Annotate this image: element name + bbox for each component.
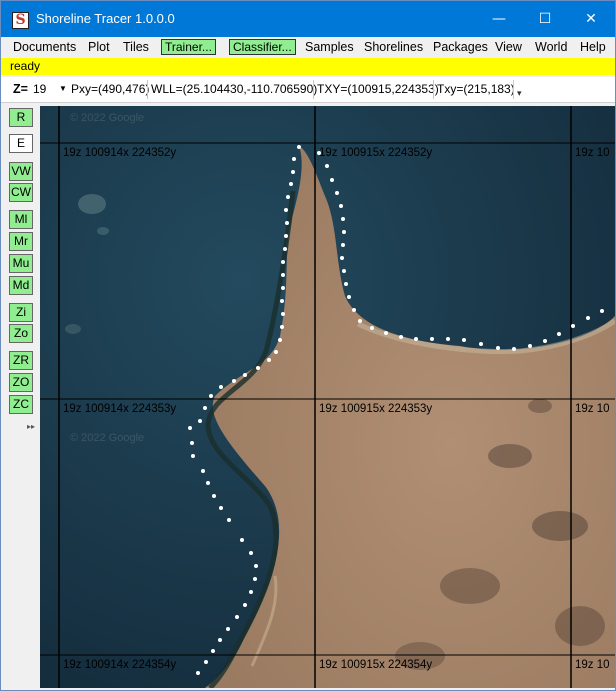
tool-zc-button[interactable]: ZC <box>9 395 33 414</box>
zoom-select[interactable]: 19 ▼ <box>31 81 67 98</box>
pixel-xy-readout: Pxy=(490,476) <box>71 82 150 96</box>
world-latlon-readout: WLL=(25.104430,-110.706590) <box>151 82 318 96</box>
menu-tiles[interactable]: Tiles <box>123 40 149 54</box>
menu-documents[interactable]: Documents <box>13 40 76 54</box>
menu-help[interactable]: Help <box>580 40 606 54</box>
menu-world[interactable]: World <box>535 40 567 54</box>
app-icon: S <box>12 12 29 29</box>
classifier-button[interactable]: Classifier... <box>229 39 296 55</box>
menu-shorelines[interactable]: Shorelines <box>364 40 423 54</box>
tool-zi-button[interactable]: Zi <box>9 303 33 322</box>
menu-view[interactable]: View <box>495 40 522 54</box>
app-window: S Shoreline Tracer 1.0.0.0 — ☐ ✕ Documen… <box>0 0 616 691</box>
zoom-label: Z= <box>13 82 28 96</box>
tool-vw-button[interactable]: VW <box>9 162 33 181</box>
tile-local-xy-readout: Txy=(215,183) <box>437 82 515 96</box>
vegetation-patch <box>532 511 588 541</box>
tile-label: 19z 100915x 224352y <box>319 147 433 159</box>
imagery-watermark: © 2022 Google <box>70 112 145 124</box>
maximize-button[interactable]: ☐ <box>522 1 568 37</box>
tool-cw-button[interactable]: CW <box>9 183 33 202</box>
separator <box>147 80 148 99</box>
window-title: Shoreline Tracer 1.0.0.0 <box>36 11 175 26</box>
minimize-button[interactable]: — <box>476 1 522 37</box>
tile-label: 19z 10 <box>575 147 610 159</box>
tile-label: 19z 100914x 224352y <box>63 147 177 159</box>
tool-zr-button[interactable]: ZR <box>9 351 33 370</box>
toolbar-overflow-icon[interactable]: ▾ <box>517 81 522 106</box>
tool-ml-button[interactable]: Ml <box>9 210 33 229</box>
tool-md-button[interactable]: Md <box>9 276 33 295</box>
separator <box>513 80 514 99</box>
vegetation-patch <box>528 399 552 413</box>
menu-bar: Documents Plot Tiles Trainer... Classifi… <box>1 37 615 58</box>
close-button[interactable]: ✕ <box>568 1 614 37</box>
trainer-button[interactable]: Trainer... <box>161 39 216 55</box>
tile-xy-readout: TXY=(100915,224353) <box>317 82 439 96</box>
tile-label: 19z 10 <box>575 659 610 671</box>
vegetation-patch <box>555 606 605 646</box>
imagery-watermark: © 2022 Google <box>70 432 145 444</box>
zoom-value: 19 <box>33 82 47 96</box>
tile-label: 19z 100915x 224353y <box>319 403 433 415</box>
menu-samples[interactable]: Samples <box>305 40 354 54</box>
tool-mr-button[interactable]: Mr <box>9 232 33 251</box>
info-toolbar: Z= 19 ▼ Pxy=(490,476) WLL=(25.104430,-11… <box>1 77 615 103</box>
chevron-down-icon: ▼ <box>59 84 67 93</box>
tile-label: 19z 100914x 224354y <box>63 659 177 671</box>
vegetation-patch <box>488 444 532 468</box>
vegetation-patch <box>440 568 500 604</box>
tile-label: 19z 100914x 224353y <box>63 403 177 415</box>
tool-mu-button[interactable]: Mu <box>9 254 33 273</box>
menu-packages[interactable]: Packages <box>433 40 488 54</box>
tool-zo-button[interactable]: Zo <box>9 324 33 343</box>
tile-label: 19z 100915x 224354y <box>319 659 433 671</box>
reef-patch <box>65 324 81 334</box>
separator <box>433 80 434 99</box>
separator <box>313 80 314 99</box>
title-bar[interactable]: S Shoreline Tracer 1.0.0.0 — ☐ ✕ <box>1 1 615 37</box>
menu-plot[interactable]: Plot <box>88 40 110 54</box>
reef-patch <box>97 227 109 235</box>
reef-patch <box>78 194 106 214</box>
tool-panel: R E VW CW Ml Mr Mu Md Zi Zo ZR ZO ZC ▸▸ <box>6 104 36 689</box>
tool-zo-caps-button[interactable]: ZO <box>9 373 33 392</box>
tile-label: 19z 10 <box>575 403 610 415</box>
satellite-imagery <box>40 106 615 688</box>
tool-r-button[interactable]: R <box>9 108 33 127</box>
tool-e-button[interactable]: E <box>9 134 33 153</box>
map-view[interactable]: © 2022 Google © 2022 Google 19z 100914x … <box>40 106 615 688</box>
status-text: ready <box>10 59 41 73</box>
panel-expand-icon[interactable]: ▸▸ <box>27 422 35 431</box>
status-bar: ready <box>1 58 615 75</box>
